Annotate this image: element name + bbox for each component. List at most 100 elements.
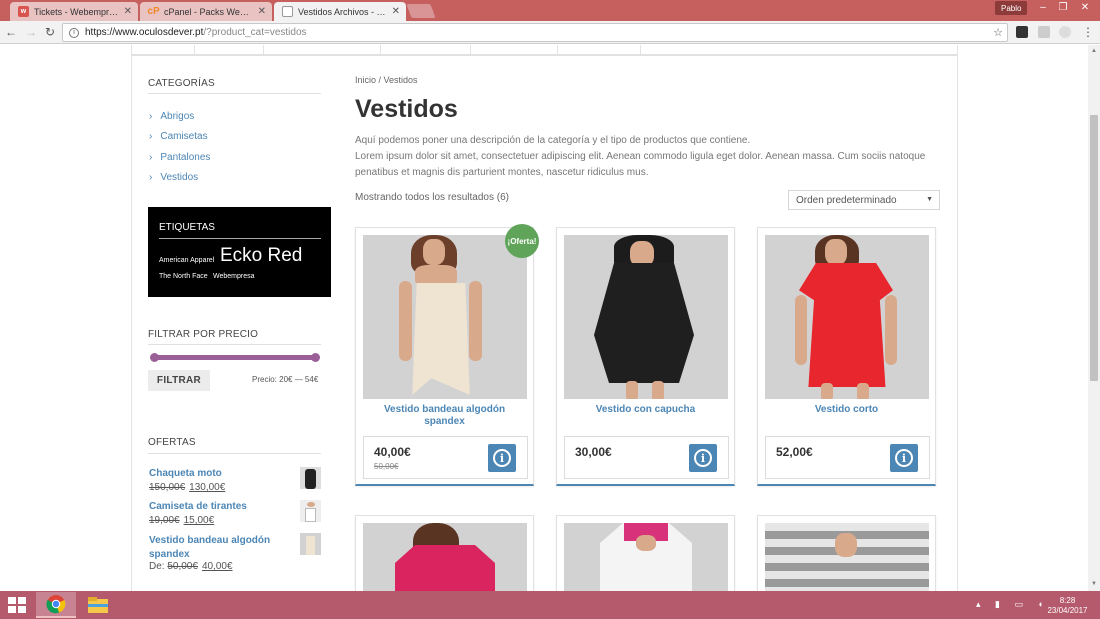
info-icon: i: [493, 449, 511, 467]
taskbar-file-explorer[interactable]: [78, 592, 118, 618]
price-box: 52,00€ i: [765, 436, 930, 479]
sale-badge: ¡Oferta!: [505, 224, 539, 258]
url-path: /?product_cat=vestidos: [203, 27, 307, 38]
tags-title: ETIQUETAS: [159, 222, 215, 233]
product-image[interactable]: [363, 523, 527, 591]
product-name[interactable]: Vestido con capucha: [567, 404, 724, 416]
close-icon[interactable]: ✕: [258, 6, 266, 17]
profile-button[interactable]: Pablo: [995, 1, 1028, 15]
price-filter-title: FILTRAR POR PRECIO: [148, 329, 259, 340]
category-abrigos[interactable]: › Abrigos: [149, 111, 194, 122]
chevron-right-icon: ›: [149, 172, 153, 183]
categories-title: CATEGORÍAS: [148, 78, 215, 89]
slider-handle-max[interactable]: [311, 353, 320, 362]
close-icon[interactable]: ✕: [124, 6, 132, 17]
offers-title: OFERTAS: [148, 437, 196, 448]
filter-button[interactable]: FILTRAR: [148, 370, 210, 391]
tab-vestidos[interactable]: Vestidos Archivos - Pack ✕: [274, 2, 406, 21]
reload-icon[interactable]: ↻: [43, 25, 57, 39]
product-card[interactable]: ¡Oferta! Vestido bandeau algodón spandex…: [355, 224, 539, 486]
cpanel-favicon-icon: cP: [147, 6, 160, 17]
bookmark-star-icon[interactable]: ☆: [993, 26, 1003, 39]
orderby-select[interactable]: Orden predeterminado ▼: [788, 190, 940, 210]
tag-american-apparel[interactable]: American Apparel: [159, 257, 214, 264]
category-description: Aquí podemos poner una descripción de la…: [355, 135, 926, 178]
extension-m-icon[interactable]: [1016, 26, 1028, 38]
url-host: https://www.oculosdever.pt: [85, 27, 204, 38]
slider-handle-min[interactable]: [150, 353, 159, 362]
product-image[interactable]: [564, 235, 728, 399]
product-price: 40,00€: [374, 445, 411, 459]
system-tray[interactable]: ▴ ▮ ▭ ◖: [976, 599, 1049, 610]
tab-tickets[interactable]: w Tickets - Webempresa Ej ✕: [10, 2, 138, 21]
product-info-button[interactable]: i: [890, 444, 918, 472]
product-image[interactable]: [363, 235, 527, 399]
scroll-up-icon[interactable]: ▲: [1091, 48, 1097, 54]
restore-icon[interactable]: ❐: [1054, 2, 1072, 13]
info-icon: i: [694, 449, 712, 467]
offer-name-vestido-bandeau[interactable]: Vestido bandeau algodón spandex: [149, 534, 289, 562]
product-image[interactable]: [765, 523, 929, 591]
product-card[interactable]: [556, 515, 735, 591]
forward-arrow-icon[interactable]: →: [24, 25, 38, 39]
scroll-down-icon[interactable]: ▼: [1091, 581, 1097, 587]
offer-name-chaqueta-moto[interactable]: Chaqueta moto: [149, 468, 222, 479]
price-slider[interactable]: [150, 353, 320, 362]
chrome-menu-icon[interactable]: ⋮: [1081, 25, 1095, 39]
address-bar[interactable]: i https://www.oculosdever.pt /?product_c…: [62, 23, 1008, 42]
category-pantalones[interactable]: › Pantalones: [149, 152, 210, 163]
info-icon: i: [895, 449, 913, 467]
close-icon[interactable]: ✕: [392, 6, 400, 17]
tags-widget: ETIQUETAS American Apparel Ecko Red The …: [148, 207, 331, 297]
offer-thumbnail-bandeau-dress[interactable]: [300, 533, 321, 555]
price-box: 40,00€ 50,00€ i: [363, 436, 528, 479]
extension-gray-icon[interactable]: [1038, 26, 1050, 38]
result-count: Mostrando todos los resultados (6): [355, 192, 509, 203]
product-price: 52,00€: [776, 445, 813, 459]
close-window-icon[interactable]: ✕: [1076, 2, 1094, 13]
product-price: 30,00€: [575, 445, 612, 459]
product-card[interactable]: Vestido con capucha 30,00€ i: [556, 227, 735, 486]
product-card[interactable]: [757, 515, 936, 591]
windows-taskbar: ▴ ▮ ▭ ◖ 8:28 23/04/2017: [0, 591, 1100, 619]
product-name[interactable]: Vestido corto: [768, 404, 925, 416]
product-image[interactable]: [765, 235, 929, 399]
web-page: CATEGORÍAS › Abrigos › Camisetas › Pantalon…: [0, 45, 1088, 591]
tab-title: Tickets - Webempresa Ej: [34, 6, 120, 17]
product-card[interactable]: [355, 515, 534, 591]
product-card[interactable]: Vestido corto 52,00€ i: [757, 227, 936, 486]
minimize-icon[interactable]: –: [1034, 2, 1052, 13]
new-tab-button[interactable]: [406, 4, 436, 18]
offer-thumbnail-tank-top[interactable]: [300, 500, 321, 522]
dropdown-arrow-icon: ▼: [926, 196, 933, 203]
windows-start-icon[interactable]: [8, 597, 26, 613]
product-old-price: 50,00€: [374, 462, 399, 471]
scrollbar-thumb[interactable]: [1090, 115, 1098, 381]
taskbar-chrome[interactable]: [36, 592, 76, 618]
extension-cloud-icon[interactable]: [1059, 26, 1071, 38]
offer-thumbnail-jacket[interactable]: [300, 467, 321, 489]
page-favicon-icon: [282, 6, 293, 17]
chevron-right-icon: ›: [149, 131, 153, 142]
price-box: 30,00€ i: [564, 436, 729, 479]
page-scrollbar[interactable]: ▲ ▼: [1088, 45, 1100, 591]
chrome-icon: [46, 595, 66, 614]
offer-name-camiseta-tirantes[interactable]: Camiseta de tirantes: [149, 501, 247, 512]
info-icon[interactable]: i: [69, 27, 79, 38]
back-arrow-icon[interactable]: ←: [4, 25, 18, 39]
tag-webempresa[interactable]: Webempresa: [213, 273, 255, 280]
divider: [148, 93, 321, 94]
product-image[interactable]: [564, 523, 728, 591]
browser-toolbar: ← → ↻ i https://www.oculosdever.pt /?pro…: [0, 21, 1100, 44]
taskbar-clock[interactable]: 8:28 23/04/2017: [1040, 596, 1095, 616]
tag-ecko-red[interactable]: Ecko Red: [220, 245, 302, 267]
tag-the-north-face[interactable]: The North Face: [159, 273, 208, 280]
category-camisetas[interactable]: › Camisetas: [149, 131, 208, 142]
chevron-right-icon: ›: [149, 152, 153, 163]
category-vestidos[interactable]: › Vestidos: [149, 172, 198, 183]
product-info-button[interactable]: i: [488, 444, 516, 472]
tab-title: cPanel - Packs Webempr: [164, 6, 254, 17]
tab-cpanel[interactable]: cP cPanel - Packs Webempr ✕: [140, 2, 272, 21]
product-name[interactable]: Vestido bandeau algodón spandex: [366, 404, 523, 428]
product-info-button[interactable]: i: [689, 444, 717, 472]
